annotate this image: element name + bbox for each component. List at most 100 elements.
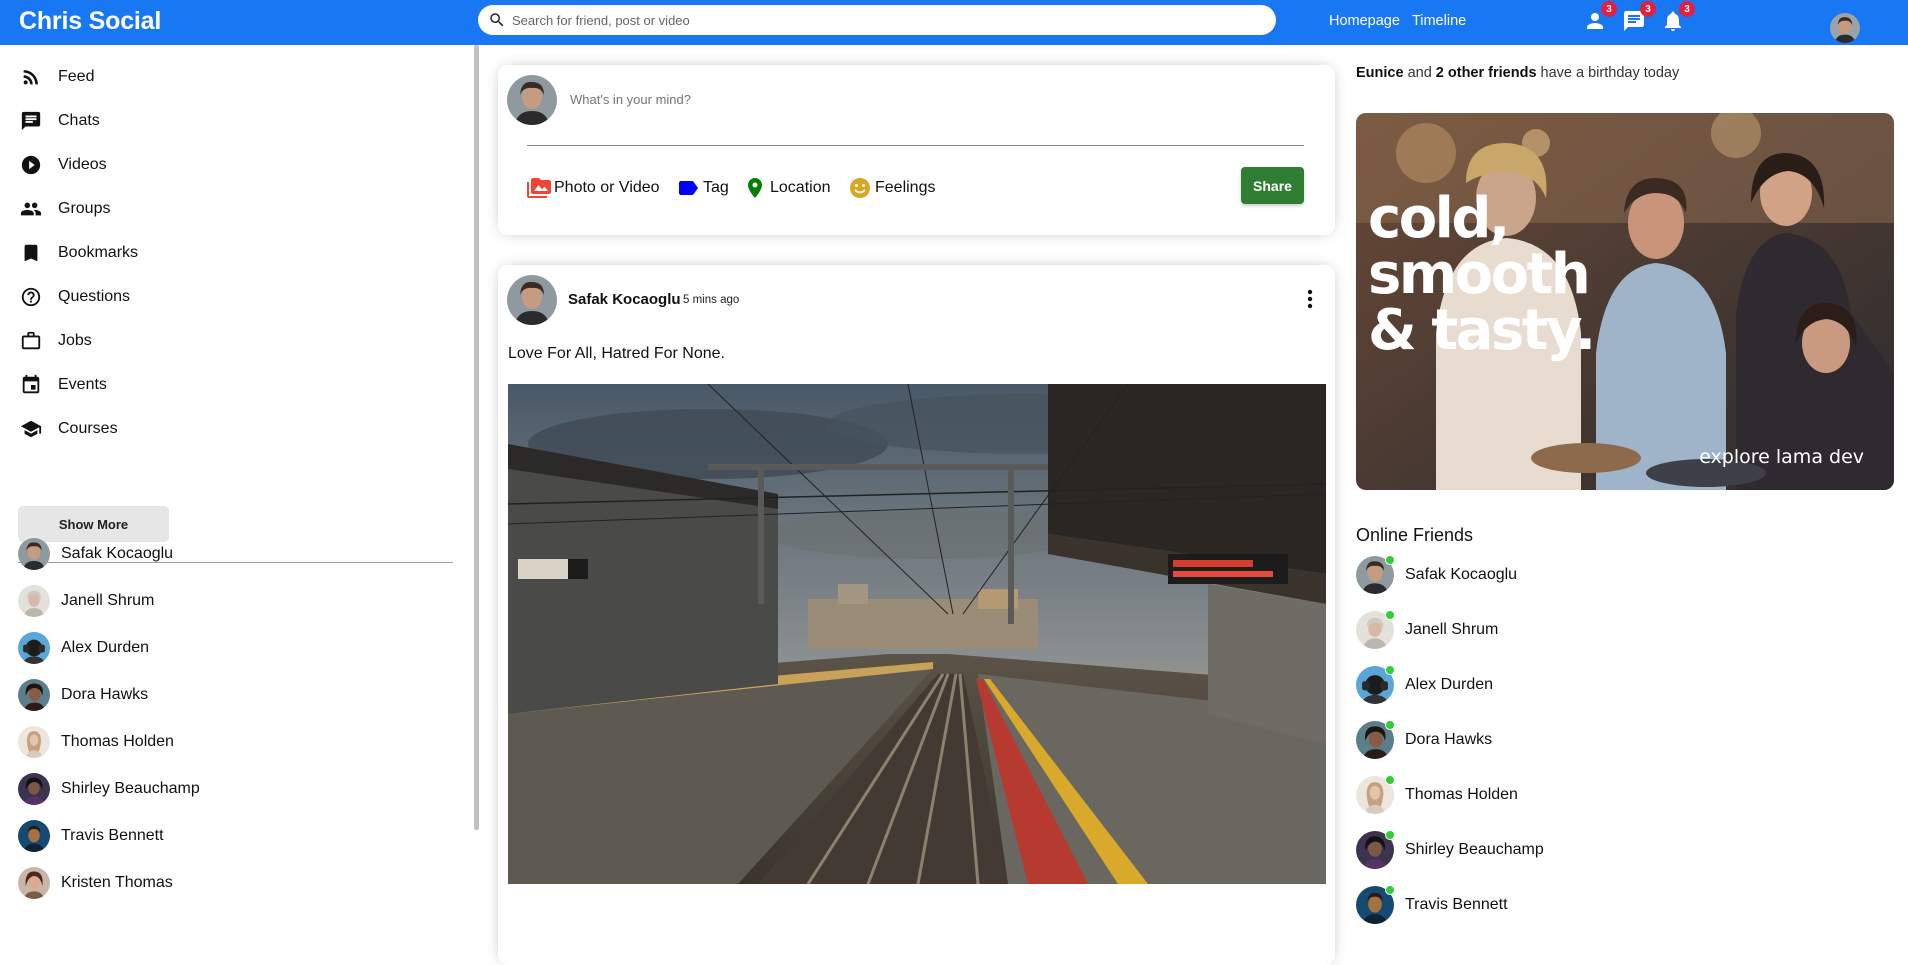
post-options-button[interactable] bbox=[1300, 287, 1320, 311]
sidebar-item-videos[interactable]: Videos bbox=[20, 153, 107, 177]
birthday-tail: have a birthday today bbox=[1536, 65, 1680, 81]
sidebar-friend[interactable]: Janell Shrum bbox=[18, 585, 154, 617]
friend-name: Dora Hawks bbox=[1405, 731, 1493, 748]
online-friends-title: Online Friends bbox=[1356, 525, 1474, 545]
online-friend[interactable]: Dora Hawks bbox=[1356, 720, 1493, 759]
sidebar-item-chats[interactable]: Chats bbox=[20, 109, 100, 133]
birthday-name[interactable]: Eunice bbox=[1356, 65, 1404, 81]
emoji-emotions-icon bbox=[850, 178, 870, 198]
online-friend[interactable]: Janell Shrum bbox=[1356, 610, 1499, 649]
avatar bbox=[1356, 830, 1395, 869]
left-sidebar: Feed Chats Videos Groups Bookmarks Quest… bbox=[0, 45, 475, 914]
messages-badge: 3 bbox=[1640, 1, 1656, 17]
option-label: Feelings bbox=[875, 179, 936, 196]
sidebar-scrollbar[interactable] bbox=[474, 45, 479, 830]
search-input[interactable] bbox=[512, 12, 1252, 28]
chat-icon bbox=[21, 111, 41, 131]
avatar bbox=[1356, 610, 1395, 649]
profile-avatar[interactable] bbox=[1830, 12, 1860, 43]
notifications-button[interactable]: 3 bbox=[1661, 1, 1695, 33]
post-card: Safak Kocaoglu 5 mins ago Love For All, … bbox=[498, 265, 1335, 965]
post-username[interactable]: Safak Kocaoglu bbox=[568, 291, 681, 308]
avatar bbox=[1356, 775, 1395, 814]
sidebar-item-jobs[interactable]: Jobs bbox=[20, 329, 92, 353]
perm-media-icon bbox=[527, 178, 551, 198]
feelings-option[interactable]: Feelings bbox=[848, 176, 935, 200]
post-image[interactable] bbox=[508, 384, 1326, 884]
work-outline-icon bbox=[21, 331, 41, 350]
sidebar-friend[interactable]: Kristen Thomas bbox=[18, 867, 173, 899]
avatar bbox=[18, 679, 50, 711]
friend-name: Alex Durden bbox=[1405, 676, 1494, 693]
help-circle-icon bbox=[21, 287, 41, 307]
sidebar-item-label: Bookmarks bbox=[58, 244, 139, 261]
online-indicator bbox=[1385, 775, 1395, 785]
photo-video-option[interactable]: Photo or Video bbox=[527, 176, 660, 200]
online-indicator bbox=[1385, 720, 1395, 730]
avatar bbox=[507, 75, 557, 125]
sidebar-friend[interactable]: Shirley Beauchamp bbox=[18, 773, 200, 805]
timeline-link[interactable]: Timeline bbox=[1412, 13, 1466, 29]
status-input[interactable] bbox=[570, 92, 1270, 107]
avatar bbox=[18, 867, 50, 899]
friend-name: Kristen Thomas bbox=[61, 874, 173, 891]
online-friend[interactable]: Thomas Holden bbox=[1356, 775, 1518, 814]
friend-name: Janell Shrum bbox=[1405, 621, 1499, 638]
avatar bbox=[18, 632, 50, 664]
sidebar-item-label: Jobs bbox=[58, 332, 92, 349]
online-friend[interactable]: Travis Bennett bbox=[1356, 885, 1508, 924]
tag-option[interactable]: Tag bbox=[676, 176, 729, 200]
sidebar-item-bookmarks[interactable]: Bookmarks bbox=[20, 241, 138, 265]
online-indicator bbox=[1385, 885, 1395, 895]
online-indicator bbox=[1385, 830, 1395, 840]
online-friend[interactable]: Alex Durden bbox=[1356, 665, 1494, 704]
friend-name: Safak Kocaoglu bbox=[61, 545, 174, 562]
avatar bbox=[1356, 555, 1395, 594]
sidebar-item-feed[interactable]: Feed bbox=[20, 65, 94, 89]
friend-requests-button[interactable]: 3 bbox=[1583, 1, 1617, 33]
advertisement-banner[interactable]: cold, smooth & tasty. explore lama dev bbox=[1356, 113, 1894, 490]
share-button[interactable]: Share bbox=[1241, 167, 1304, 204]
post-timestamp: 5 mins ago bbox=[683, 294, 740, 306]
sidebar-item-label: Questions bbox=[58, 288, 131, 305]
ad-subtitle: explore lama dev bbox=[1699, 446, 1864, 468]
ad-line-3: & tasty. bbox=[1368, 298, 1596, 363]
homepage-link[interactable]: Homepage bbox=[1329, 13, 1400, 29]
ad-line-2: smooth bbox=[1368, 242, 1591, 307]
sidebar-item-label: Feed bbox=[58, 68, 95, 85]
sidebar-item-questions[interactable]: Questions bbox=[20, 285, 130, 309]
sidebar-item-groups[interactable]: Groups bbox=[20, 197, 110, 221]
sidebar-item-label: Groups bbox=[58, 200, 111, 217]
sidebar-item-events[interactable]: Events bbox=[20, 373, 107, 397]
avatar[interactable] bbox=[507, 275, 557, 325]
friend-name: Shirley Beauchamp bbox=[61, 780, 200, 797]
online-friend[interactable]: Shirley Beauchamp bbox=[1356, 830, 1544, 869]
birthday-connector: and bbox=[1403, 65, 1436, 81]
share-card: Photo or Video Tag Location Feelings Sha… bbox=[498, 65, 1335, 235]
sidebar-item-courses[interactable]: Courses bbox=[20, 417, 118, 441]
search-bar[interactable] bbox=[478, 5, 1276, 35]
sidebar-friend[interactable]: Thomas Holden bbox=[18, 726, 174, 758]
online-indicator bbox=[1385, 555, 1395, 565]
online-friend[interactable]: Safak Kocaoglu bbox=[1356, 555, 1517, 594]
sidebar-friend[interactable]: Safak Kocaoglu bbox=[18, 538, 173, 570]
more-vert-icon bbox=[1307, 289, 1313, 309]
option-label: Tag bbox=[703, 179, 729, 196]
sidebar-item-label: Chats bbox=[58, 112, 100, 129]
show-more-button[interactable]: Show More bbox=[18, 506, 169, 542]
birthday-others[interactable]: 2 other friends bbox=[1436, 65, 1537, 81]
post-text: Love For All, Hatred For None. bbox=[508, 345, 725, 362]
topbar: Chris Social Homepage Timeline 3 3 3 bbox=[0, 0, 1908, 45]
play-circle-icon bbox=[21, 155, 41, 175]
sidebar-item-label: Events bbox=[58, 376, 107, 393]
messages-button[interactable]: 3 bbox=[1622, 1, 1656, 33]
share-divider bbox=[527, 145, 1304, 146]
sidebar-friend[interactable]: Travis Bennett bbox=[18, 820, 164, 852]
sidebar-friend[interactable]: Dora Hawks bbox=[18, 679, 148, 711]
group-icon bbox=[20, 202, 42, 216]
search-icon bbox=[490, 13, 504, 27]
location-option[interactable]: Location bbox=[743, 176, 831, 200]
sidebar-friend[interactable]: Alex Durden bbox=[18, 632, 149, 664]
logo[interactable]: Chris Social bbox=[19, 7, 161, 36]
topbar-links: Homepage Timeline bbox=[1329, 13, 1466, 29]
